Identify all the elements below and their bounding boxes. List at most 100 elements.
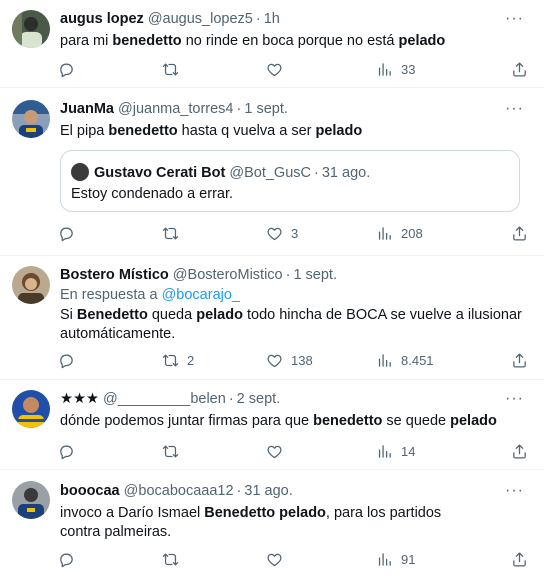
quote-header: Gustavo Cerati Bot @Bot_GusC · 31 ago. (71, 163, 370, 182)
retweet-button[interactable]: 2 (162, 350, 194, 370)
tweet[interactable]: ★★★ @_________belen · 2 sept. ··· dónde po… (0, 380, 544, 470)
reply-button[interactable] (58, 350, 83, 370)
share-button[interactable] (511, 223, 528, 243)
avatar[interactable] (12, 266, 50, 304)
views-bars-icon (376, 551, 393, 568)
tweet-text: dónde podemos juntar firmas para que ben… (60, 413, 497, 429)
reply-bubble-icon (58, 352, 75, 369)
retweet-icon (162, 443, 179, 460)
tweet[interactable]: booocaa @bocabocaaa12 · 31 ago. ··· invoco… (0, 470, 544, 578)
share-button[interactable] (511, 350, 528, 370)
retweet-icon (162, 551, 179, 568)
share-icon (511, 551, 528, 568)
tweet-header: booocaa @bocabocaaa12 · 31 ago. (60, 482, 504, 500)
tweet[interactable]: Bostero Místico @BosteroMistico · 1 sept. … (0, 256, 544, 380)
user-handle[interactable]: @BosteroMistico (173, 267, 283, 283)
more-dots-icon[interactable]: ··· (505, 100, 524, 118)
separator-dot: · (236, 483, 242, 499)
views-button[interactable]: 14 (376, 441, 415, 461)
tweet-actions: 14 (58, 441, 528, 461)
reply-to-link[interactable]: @bocarajo_ (162, 287, 240, 303)
tweet[interactable]: JuanMa @juanma_torres4 · 1 sept. ··· El pi… (0, 88, 544, 256)
avatar[interactable] (12, 100, 50, 138)
retweet-icon (162, 352, 179, 369)
retweet-button[interactable] (162, 549, 187, 569)
avatar[interactable] (12, 481, 50, 519)
tweet-header: ★★★ @_________belen · 2 sept. (60, 390, 504, 408)
share-icon (511, 352, 528, 369)
tweet-time[interactable]: 1 sept. (293, 267, 337, 283)
views-button[interactable]: 33 (376, 59, 415, 79)
user-name[interactable]: JuanMa (60, 101, 114, 117)
quoted-tweet[interactable]: Gustavo Cerati Bot @Bot_GusC · 31 ago. Est… (60, 150, 520, 212)
more-dots-icon[interactable]: ··· (505, 390, 524, 408)
share-icon (511, 443, 528, 460)
views-bars-icon (376, 352, 393, 369)
like-button[interactable] (266, 59, 291, 79)
heart-icon (266, 225, 283, 242)
reply-bubble-icon (58, 61, 75, 78)
avatar[interactable] (12, 10, 50, 48)
retweet-icon (162, 225, 179, 242)
like-button[interactable]: 138 (266, 350, 313, 370)
retweet-button[interactable] (162, 59, 187, 79)
tweet-time[interactable]: 31 ago. (244, 483, 292, 499)
user-name[interactable]: ★★★ (60, 391, 99, 407)
tweet-actions: 33 (58, 59, 528, 79)
tweet-header: Bostero Místico @BosteroMistico · 1 sept. (60, 266, 504, 284)
user-handle[interactable]: @_________belen (103, 391, 226, 407)
separator-dot: · (285, 267, 291, 283)
reply-button[interactable] (58, 59, 83, 79)
share-button[interactable] (511, 549, 528, 569)
tweet-text: para mi benedetto no rinde en boca porqu… (60, 33, 446, 49)
heart-icon (266, 352, 283, 369)
reply-context: En respuesta a @bocarajo_ (60, 287, 240, 303)
share-button[interactable] (511, 59, 528, 79)
like-button[interactable]: 3 (266, 223, 298, 243)
user-name[interactable]: augus lopez (60, 11, 144, 27)
share-icon (511, 61, 528, 78)
separator-dot: · (236, 101, 242, 117)
tweet-actions: 2 138 8.451 (58, 350, 528, 370)
tweet-time[interactable]: 2 sept. (237, 391, 281, 407)
user-name[interactable]: booocaa (60, 483, 120, 499)
tweet-header: JuanMa @juanma_torres4 · 1 sept. (60, 100, 504, 118)
avatar[interactable] (12, 390, 50, 428)
heart-icon (266, 61, 283, 78)
views-button[interactable]: 91 (376, 549, 415, 569)
share-icon (511, 225, 528, 242)
separator-dot: · (228, 391, 234, 407)
retweet-icon (162, 61, 179, 78)
tweet-time[interactable]: 1h (264, 11, 280, 27)
tweet-actions: 3 208 (58, 223, 528, 243)
views-bars-icon (376, 61, 393, 78)
tweet-text: Si Benedetto queda pelado todo hincha de… (60, 307, 522, 342)
more-dots-icon[interactable]: ··· (505, 482, 524, 500)
views-button[interactable]: 8.451 (376, 350, 434, 370)
tweet-actions: 91 (58, 549, 528, 569)
reply-button[interactable] (58, 549, 83, 569)
reply-bubble-icon (58, 551, 75, 568)
separator-dot: · (314, 165, 319, 181)
reply-button[interactable] (58, 223, 83, 243)
user-handle[interactable]: @juanma_torres4 (118, 101, 233, 117)
tweet-text: invoco a Darío Ismael Benedetto pelado, … (60, 505, 442, 540)
quote-avatar (71, 163, 89, 181)
tweet-text: El pipa benedetto hasta q vuelva a ser p… (60, 123, 363, 139)
reply-bubble-icon (58, 443, 75, 460)
user-name[interactable]: Bostero Místico (60, 267, 169, 283)
views-bars-icon (376, 225, 393, 242)
more-dots-icon[interactable]: ··· (505, 10, 524, 28)
views-button[interactable]: 208 (376, 223, 423, 243)
tweet-time[interactable]: 1 sept. (244, 101, 288, 117)
reply-button[interactable] (58, 441, 83, 461)
quote-user-name: Gustavo Cerati Bot (94, 165, 226, 181)
share-button[interactable] (511, 441, 528, 461)
like-button[interactable] (266, 441, 291, 461)
like-button[interactable] (266, 549, 291, 569)
retweet-button[interactable] (162, 441, 187, 461)
user-handle[interactable]: @bocabocaaa12 (124, 483, 234, 499)
retweet-button[interactable] (162, 223, 187, 243)
tweet[interactable]: augus lopez @augus_lopez5 · 1h ··· para mi… (0, 0, 544, 88)
user-handle[interactable]: @augus_lopez5 (148, 11, 253, 27)
